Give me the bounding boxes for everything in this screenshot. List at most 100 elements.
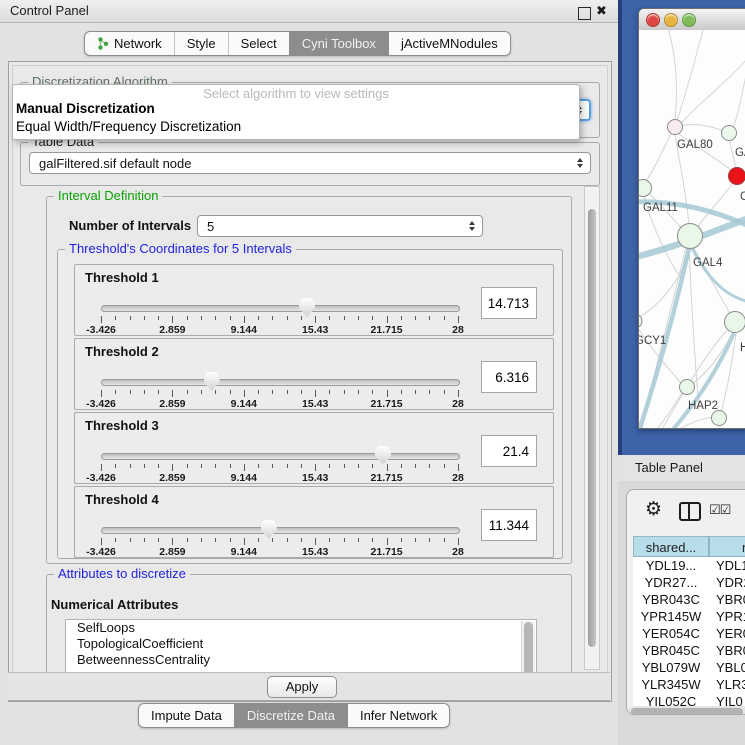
slider-tick — [215, 390, 216, 394]
slider-track[interactable] — [101, 305, 460, 312]
table-row[interactable]: YBL079WYBL0 — [633, 659, 745, 676]
network-node[interactable] — [712, 411, 727, 426]
column-header-1[interactable]: shared... — [633, 536, 709, 557]
tab-jactivemnodules[interactable]: jActiveMNodules — [388, 32, 510, 55]
slider-tick-labels: -3.4262.8599.14415.4321.71528 — [101, 546, 458, 558]
tab-network[interactable]: Network — [85, 32, 174, 55]
slider-tick — [387, 316, 388, 323]
number-of-intervals-combobox[interactable]: 5 — [197, 215, 483, 237]
network-node[interactable] — [680, 380, 695, 395]
algorithm-option-equal-width[interactable]: Equal Width/Frequency Discretization — [16, 119, 576, 135]
slider-tick — [415, 316, 416, 320]
select-columns-icon[interactable]: ☑☑ — [709, 502, 730, 518]
slider-tick — [315, 390, 316, 397]
number-of-intervals-label: Number of Intervals — [69, 218, 191, 233]
slider-tick-labels: -3.4262.8599.14415.4321.71528 — [101, 472, 458, 484]
control-panel-window: Control Panel ✖ NetworkStyleSelectCyni T… — [0, 0, 618, 745]
node-label: GA — [735, 147, 745, 159]
table-horizontal-scrollbar[interactable] — [629, 706, 745, 715]
slider-tick — [329, 390, 330, 394]
attribute-item[interactable]: BetweennessCentrality — [66, 652, 536, 668]
slider-tick — [415, 390, 416, 394]
table-cell: YBR043C — [633, 591, 709, 608]
slider-handle[interactable] — [204, 372, 220, 391]
table-row[interactable]: YPR145WYPR1 — [633, 608, 745, 625]
slider-ticks — [101, 464, 458, 472]
tick-label: 21.715 — [371, 472, 403, 484]
slider-track[interactable] — [101, 453, 460, 460]
slider-tick — [401, 464, 402, 468]
table-scrollbar-thumb[interactable] — [631, 708, 743, 716]
slider-tick — [358, 390, 359, 394]
panel-vertical-scrollbar[interactable] — [584, 186, 600, 670]
table-row[interactable]: YBR043CYBR0 — [633, 591, 745, 608]
slider-handle[interactable] — [375, 446, 391, 465]
slider-tick — [429, 464, 430, 468]
network-node[interactable] — [729, 168, 745, 185]
tick-label: 9.144 — [231, 546, 257, 558]
tick-label: 15.43 — [302, 398, 328, 410]
attributes-scrollbar-thumb[interactable] — [524, 622, 533, 675]
bottom-tab-infer-network[interactable]: Infer Network — [347, 704, 449, 727]
tab-select[interactable]: Select — [228, 32, 289, 55]
slider-tick — [101, 464, 102, 471]
tab-style[interactable]: Style — [174, 32, 228, 55]
threshold-value-field[interactable]: 11.344 — [481, 509, 537, 541]
table-row[interactable]: YDR27...YDR2 — [633, 574, 745, 591]
gear-icon[interactable]: ⚙ — [645, 498, 662, 521]
numerical-attributes-list[interactable]: SelfLoopsTopologicalCoefficientBetweenne… — [65, 619, 537, 679]
network-node[interactable] — [678, 224, 703, 249]
threshold-value-field[interactable]: 6.316 — [481, 361, 537, 393]
slider-track[interactable] — [101, 527, 460, 534]
slider-tick — [144, 538, 145, 542]
slider-tick — [272, 538, 273, 542]
attribute-item[interactable]: TopologicalCoefficient — [66, 636, 536, 652]
threshold-value-field[interactable]: 14.713 — [481, 287, 537, 319]
zoom-traffic-light-icon[interactable] — [682, 13, 696, 27]
bottom-tab-discretize-data[interactable]: Discretize Data — [234, 704, 347, 727]
slider-ticks — [101, 390, 458, 398]
algorithm-option-manual[interactable]: Manual Discretization — [16, 101, 576, 117]
table-row[interactable]: YDL19...YDL1 — [633, 557, 745, 574]
slider-track[interactable] — [101, 379, 460, 386]
panel-scrollbar-thumb[interactable] — [588, 209, 596, 647]
table-row[interactable]: YER054CYER0 — [633, 625, 745, 642]
threshold-slider: -3.4262.8599.14415.4321.71528 — [101, 303, 458, 333]
slider-handle[interactable] — [299, 298, 315, 317]
minimize-traffic-light-icon[interactable] — [664, 13, 678, 27]
slider-tick — [329, 316, 330, 320]
table-cell: YER0 — [709, 625, 745, 642]
slider-tick — [244, 316, 245, 323]
float-window-icon[interactable] — [578, 7, 591, 20]
slider-handle[interactable] — [261, 520, 277, 539]
slider-tick-labels: -3.4262.8599.14415.4321.71528 — [101, 324, 458, 336]
column-header-2[interactable]: n... — [709, 536, 745, 557]
tick-label: -3.426 — [86, 546, 116, 558]
bottom-tab-impute-data[interactable]: Impute Data — [139, 704, 234, 727]
network-canvas[interactable]: GAL80GACGAL11GAL4GCY1HHAP2 — [639, 30, 745, 428]
slider-tick — [115, 316, 116, 320]
table-data-group: Table Data galFiltered.sif default node — [20, 142, 600, 186]
attributes-scrollbar[interactable] — [521, 621, 535, 677]
close-traffic-light-icon[interactable] — [646, 13, 660, 27]
network-node[interactable] — [668, 120, 683, 135]
close-icon[interactable]: ✖ — [596, 3, 607, 19]
apply-button[interactable]: Apply — [267, 676, 337, 698]
table-panel-inner: ⚙ ☑☑ shared...n... YDL19...YDL1YDR27...Y… — [626, 489, 745, 715]
slider-tick — [372, 464, 373, 468]
attribute-item[interactable]: SelfLoops — [66, 620, 536, 636]
slider-tick — [287, 464, 288, 468]
tab-label: Style — [187, 36, 216, 51]
table-row[interactable]: YLR345WYLR3 — [633, 676, 745, 693]
network-node[interactable] — [722, 126, 737, 141]
table-row[interactable]: YBR045CYBR0 — [633, 642, 745, 659]
split-columns-icon[interactable] — [679, 502, 701, 521]
tab-label: Discretize Data — [247, 708, 335, 723]
threshold-value-field[interactable]: 21.4 — [481, 435, 537, 467]
table-data-combobox[interactable]: galFiltered.sif default node — [29, 152, 591, 174]
network-window-titlebar[interactable] — [639, 9, 745, 31]
tab-cyni-toolbox[interactable]: Cyni Toolbox — [289, 32, 388, 55]
network-node[interactable] — [639, 180, 652, 197]
threshold-panel-2: Threshold 2-3.4262.8599.14415.4321.71528… — [74, 338, 554, 410]
network-node[interactable] — [725, 312, 745, 333]
